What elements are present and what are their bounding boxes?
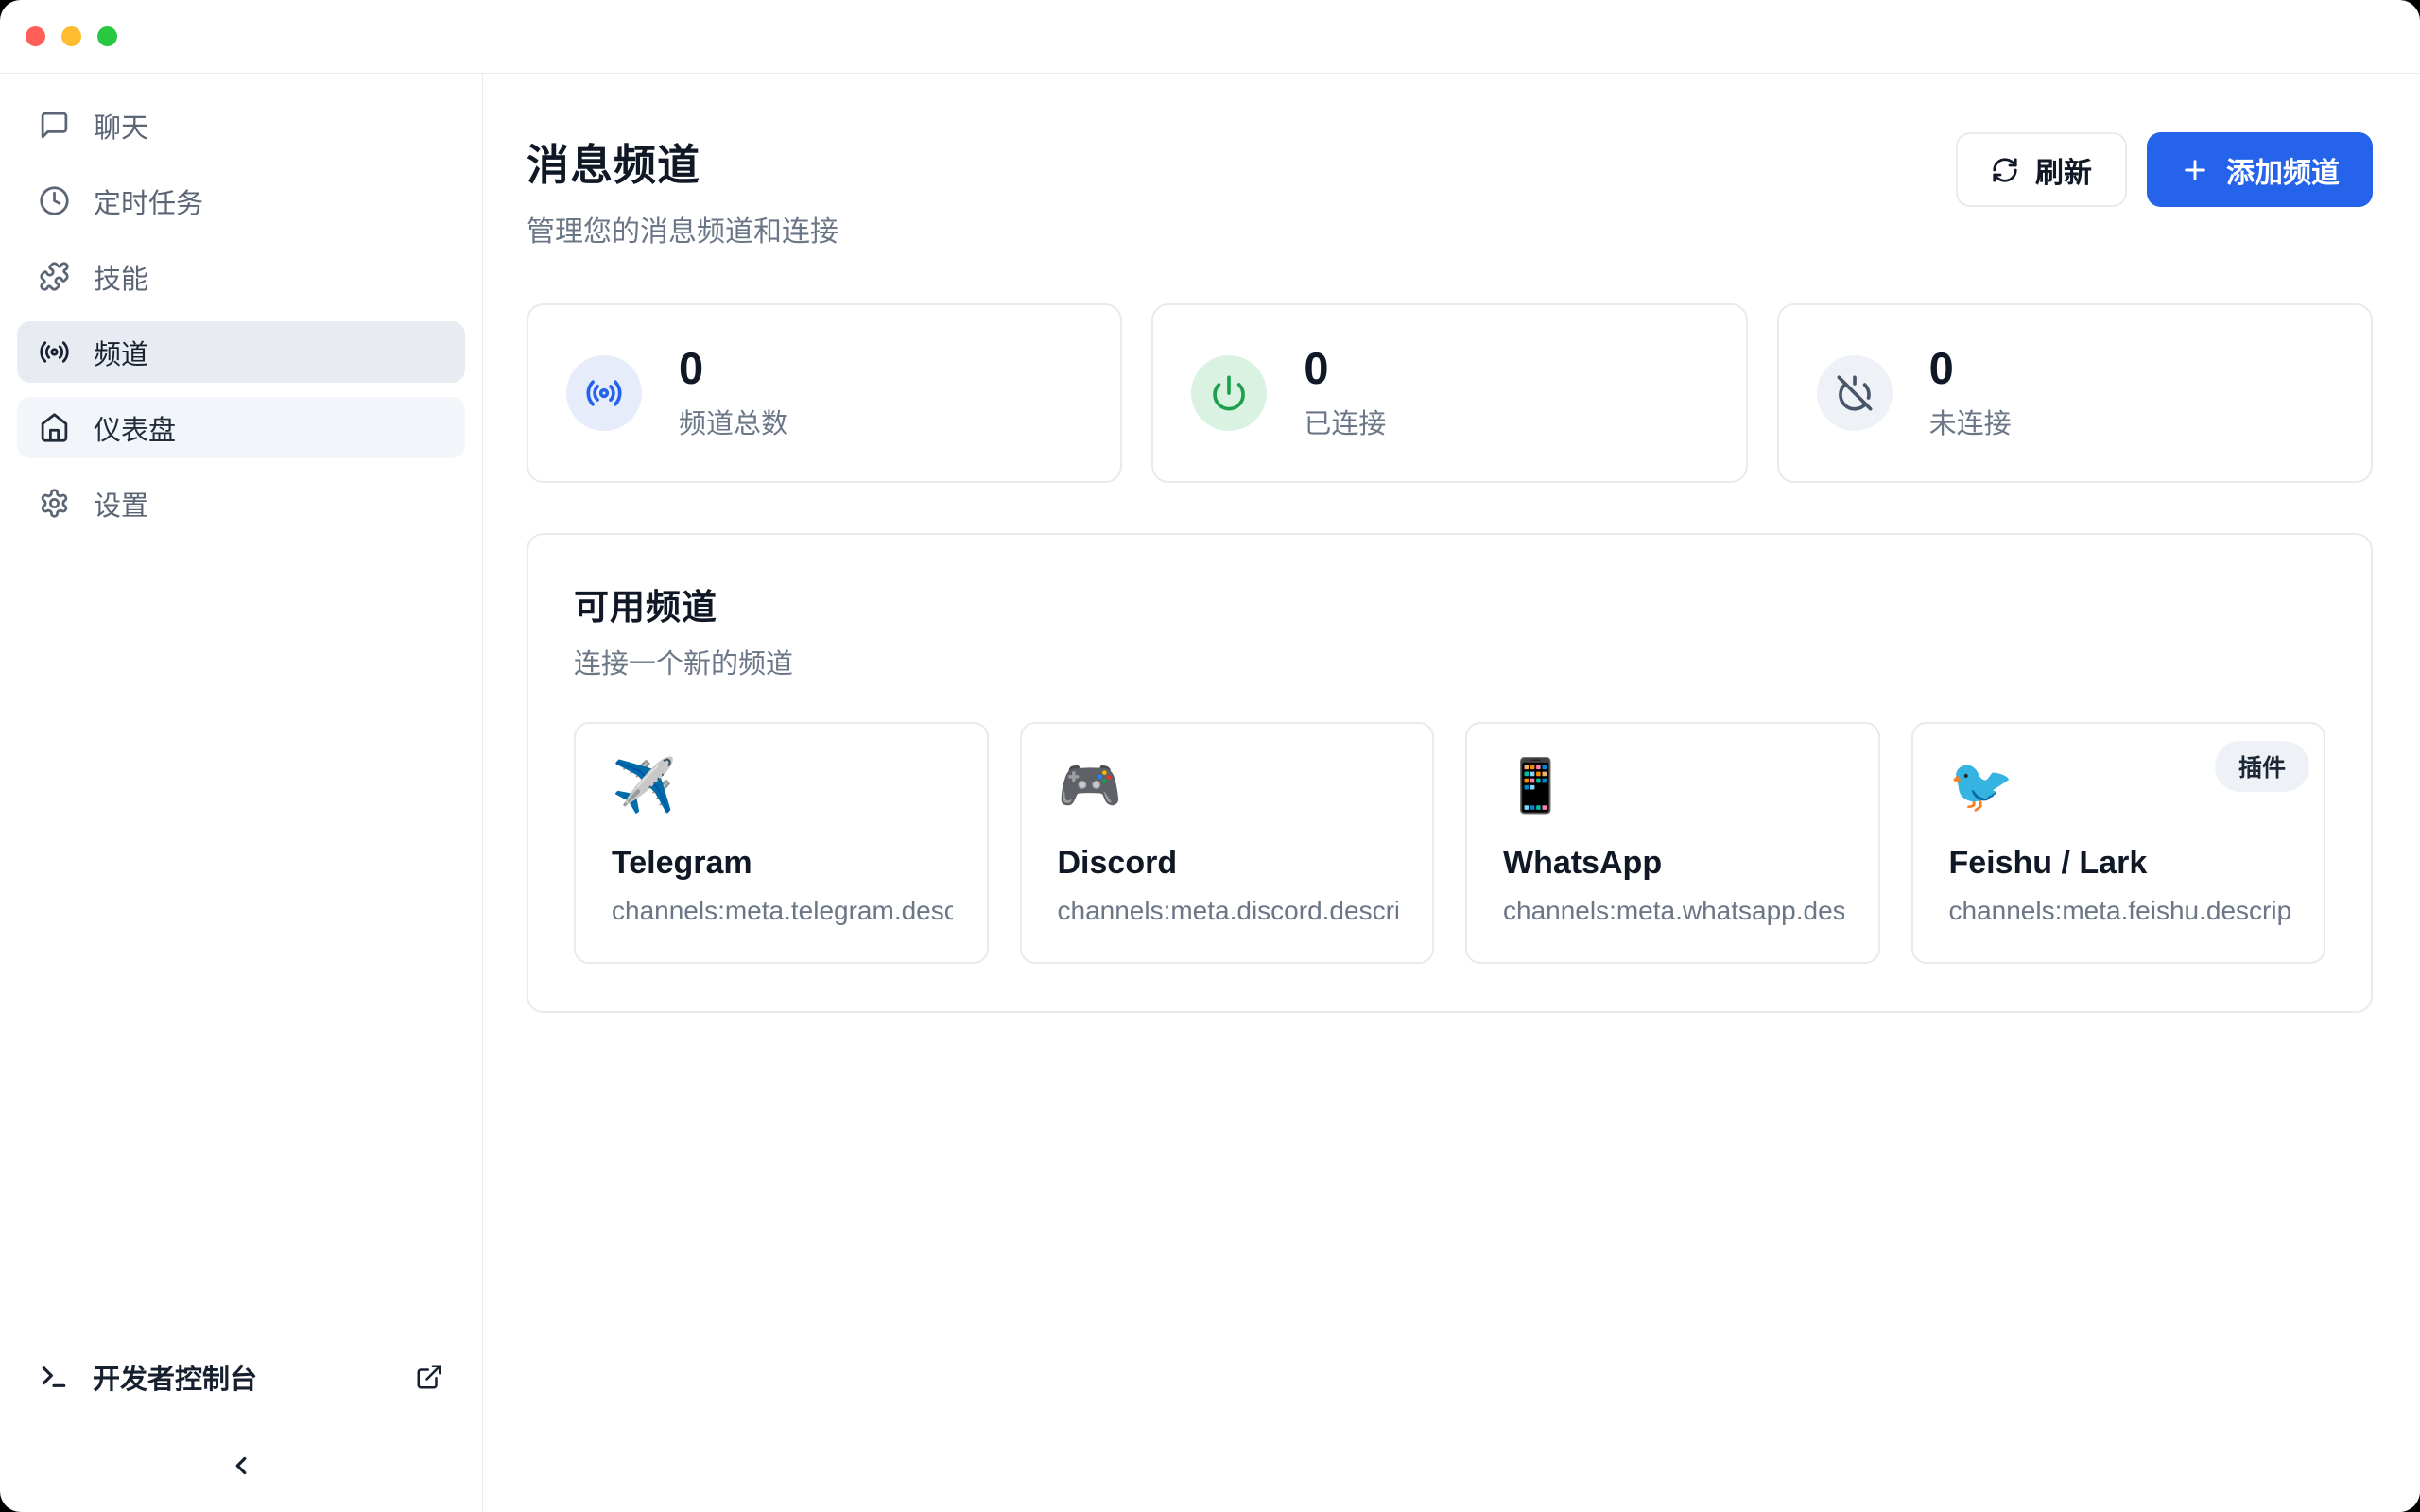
app-body: 聊天 定时任务 技能 频道 仪表盘 <box>0 74 2420 1512</box>
stats-row: 0 频道总数 0 已连接 <box>527 303 2373 483</box>
stat-text: 0 未连接 <box>1929 346 2012 441</box>
stat-label: 已连接 <box>1304 402 1386 441</box>
channel-card-whatsapp[interactable]: 📱 WhatsApp channels:meta.whatsapp.descri… <box>1465 722 1880 964</box>
channel-description: channels:meta.telegram.descript <box>612 896 953 926</box>
sidebar-footer: 开发者控制台 <box>17 1348 465 1487</box>
stat-label: 频道总数 <box>679 402 788 441</box>
chevron-left-icon <box>227 1452 255 1480</box>
section-title: 可用频道 <box>574 578 2325 629</box>
stat-icon-circle <box>566 355 642 431</box>
sidebar-item-label: 定时任务 <box>94 181 203 221</box>
sidebar-item-scheduled-tasks[interactable]: 定时任务 <box>17 170 465 232</box>
page-header: 消息频道 管理您的消息频道和连接 刷新 添加频道 <box>527 130 2373 249</box>
plus-icon <box>2180 155 2210 185</box>
chat-icon <box>39 110 70 141</box>
sidebar-item-channels[interactable]: 频道 <box>17 321 465 383</box>
stat-card-total-channels: 0 频道总数 <box>527 303 1122 483</box>
channel-name: Discord <box>1058 845 1399 882</box>
sidebar-item-label: 聊天 <box>94 106 148 146</box>
header-actions: 刷新 添加频道 <box>1956 132 2373 207</box>
home-icon <box>39 412 70 443</box>
stat-label: 未连接 <box>1929 402 2012 441</box>
channel-description: channels:meta.discord.descriptio <box>1058 896 1399 926</box>
app-window: 聊天 定时任务 技能 频道 仪表盘 <box>0 0 2420 1512</box>
channel-description: channels:meta.whatsapp.descrip <box>1503 896 1844 926</box>
refresh-button-label: 刷新 <box>2035 149 2092 191</box>
titlebar <box>0 0 2420 74</box>
terminal-icon <box>39 1362 69 1392</box>
zoom-button[interactable] <box>97 26 117 46</box>
add-channel-button-label: 添加频道 <box>2226 149 2340 191</box>
sidebar-item-dashboard[interactable]: 仪表盘 <box>17 397 465 458</box>
add-channel-button[interactable]: 添加频道 <box>2147 132 2373 207</box>
available-channels-section: 可用频道 连接一个新的频道 ✈️ Telegram channels:meta.… <box>527 533 2373 1013</box>
power-icon <box>1210 374 1248 412</box>
broadcast-icon <box>585 374 623 412</box>
sidebar: 聊天 定时任务 技能 频道 仪表盘 <box>0 74 483 1512</box>
developer-console-link[interactable]: 开发者控制台 <box>17 1348 465 1406</box>
sidebar-collapse-button[interactable] <box>220 1446 262 1487</box>
stat-text: 0 频道总数 <box>679 346 788 441</box>
developer-console-label: 开发者控制台 <box>93 1357 257 1397</box>
channel-name: WhatsApp <box>1503 845 1844 882</box>
channel-card-feishu[interactable]: 插件 🐦 Feishu / Lark channels:meta.feishu.… <box>1911 722 2326 964</box>
sidebar-nav: 聊天 定时任务 技能 频道 仪表盘 <box>17 94 465 534</box>
sidebar-item-chat[interactable]: 聊天 <box>17 94 465 156</box>
stat-icon-circle <box>1817 355 1893 431</box>
stat-card-disconnected: 0 未连接 <box>1777 303 2373 483</box>
external-link-icon <box>415 1363 443 1391</box>
section-subtitle: 连接一个新的频道 <box>574 642 2325 681</box>
stat-value: 0 <box>1929 346 2012 390</box>
sidebar-item-label: 设置 <box>94 484 148 524</box>
stat-text: 0 已连接 <box>1304 346 1386 441</box>
main-content: 消息频道 管理您的消息频道和连接 刷新 添加频道 <box>483 74 2420 1512</box>
minimize-button[interactable] <box>61 26 81 46</box>
stat-card-connected: 0 已连接 <box>1151 303 1747 483</box>
channel-card-discord[interactable]: 🎮 Discord channels:meta.discord.descript… <box>1020 722 1435 964</box>
sidebar-item-label: 频道 <box>94 333 148 372</box>
channel-description: channels:meta.feishu.description <box>1949 896 2290 926</box>
clock-icon <box>39 185 70 216</box>
puzzle-icon <box>39 261 70 292</box>
channel-card-telegram[interactable]: ✈️ Telegram channels:meta.telegram.descr… <box>574 722 989 964</box>
page-subtitle: 管理您的消息频道和连接 <box>527 208 838 249</box>
page-title: 消息频道 <box>527 130 838 192</box>
sidebar-item-label: 仪表盘 <box>94 408 176 448</box>
close-button[interactable] <box>26 26 45 46</box>
refresh-button[interactable]: 刷新 <box>1956 132 2127 207</box>
power-off-icon <box>1836 374 1874 412</box>
channel-name: Telegram <box>612 845 953 882</box>
mobile-phone-emoji-icon: 📱 <box>1503 752 1844 820</box>
stat-value: 0 <box>1304 346 1386 390</box>
stat-value: 0 <box>679 346 788 390</box>
plugin-badge: 插件 <box>2215 741 2309 792</box>
gamepad-emoji-icon: 🎮 <box>1058 752 1399 820</box>
channel-name: Feishu / Lark <box>1949 845 2290 882</box>
sidebar-item-label: 技能 <box>94 257 148 297</box>
airplane-emoji-icon: ✈️ <box>612 752 953 820</box>
broadcast-icon <box>39 336 70 368</box>
refresh-icon <box>1991 156 2019 184</box>
page-header-text: 消息频道 管理您的消息频道和连接 <box>527 130 838 249</box>
channel-grid: ✈️ Telegram channels:meta.telegram.descr… <box>574 722 2325 964</box>
stat-icon-circle <box>1191 355 1267 431</box>
gear-icon <box>39 488 70 519</box>
sidebar-item-skills[interactable]: 技能 <box>17 246 465 307</box>
traffic-lights <box>26 26 117 46</box>
sidebar-item-settings[interactable]: 设置 <box>17 472 465 534</box>
